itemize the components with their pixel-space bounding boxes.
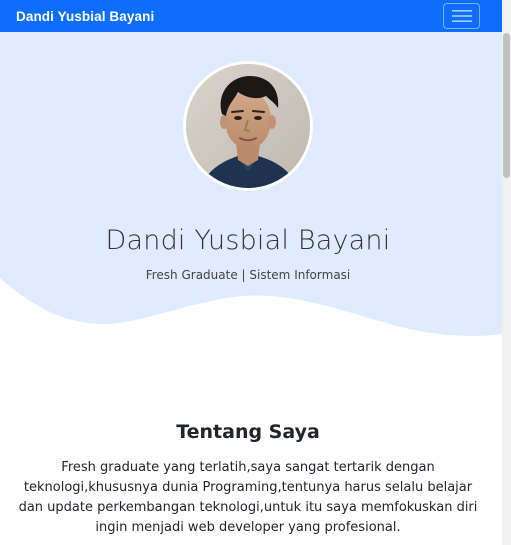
- profile-photo: [186, 64, 310, 188]
- vertical-scrollbar[interactable]: [502, 0, 511, 545]
- about-text: Fresh graduate yang terlatih,saya sangat…: [18, 460, 478, 535]
- hero-name: Dandi Yusbial Bayani: [105, 225, 391, 256]
- hero-section: Dandi Yusbial Bayani Fresh Graduate | Si…: [0, 32, 502, 342]
- scrollbar-thumb[interactable]: [503, 33, 510, 178]
- hero-subtitle: Fresh Graduate | Sistem Informasi: [145, 268, 351, 282]
- avatar: [183, 61, 313, 191]
- navbar: Dandi Yusbial Bayani: [0, 0, 502, 32]
- navbar-brand[interactable]: Dandi Yusbial Bayani: [16, 9, 154, 24]
- hamburger-icon: [451, 8, 472, 24]
- navbar-toggler-button[interactable]: [443, 3, 480, 29]
- page: Dandi Yusbial Bayani Dandi Yusbial Bayan…: [0, 0, 511, 545]
- about-title: Tentang Saya: [176, 421, 320, 443]
- browser-viewport: Dandi Yusbial Bayani Dandi Yusbial Bayan…: [0, 0, 502, 545]
